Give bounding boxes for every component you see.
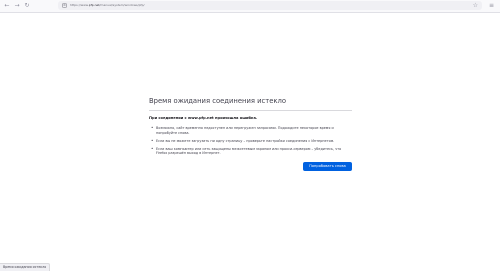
retry-button[interactable]: Попробовать снова: [303, 162, 352, 171]
error-suggestions-list: • Возможно, сайт временно недоступен или…: [149, 125, 352, 156]
address-bar[interactable]: https://www.pfp.net/manual/system/window…: [58, 1, 482, 10]
list-item-text: Возможно, сайт временно недоступен или п…: [156, 126, 334, 135]
page-icon[interactable]: [62, 3, 67, 8]
hamburger-menu-icon[interactable]: ≡: [489, 2, 494, 10]
bullet-icon: •: [151, 125, 154, 130]
url-text[interactable]: https://www.pfp.net/manual/system/window…: [70, 3, 145, 8]
reload-icon[interactable]: ↻: [23, 2, 31, 10]
browser-toolbar: ← → ↻ https://www.pfp.net/manual/system/…: [0, 0, 500, 13]
error-title: Время ожидания соединения истекло: [149, 97, 352, 111]
error-subtitle: При соединении с www.pfp.net произошла о…: [149, 116, 258, 120]
list-item: • Возможно, сайт временно недоступен или…: [149, 125, 352, 135]
star-icon[interactable]: ☆: [473, 2, 478, 9]
url-path: /manual/system/windows/pfp/: [99, 3, 145, 7]
bullet-icon: •: [151, 145, 154, 151]
list-item-text: Если вы не можете загрузить ни одну стра…: [156, 138, 335, 143]
url-domain: pfp.net: [88, 3, 100, 7]
list-item-text: Если ваш компьютер или сеть защищены меж…: [156, 146, 342, 156]
bullet-icon: •: [151, 137, 154, 143]
url-prefix: https://www.: [70, 3, 89, 7]
list-item: • Если вы не можете загрузить ни одну ст…: [149, 137, 352, 144]
forward-arrow-icon[interactable]: →: [13, 2, 21, 10]
list-item: • Если ваш компьютер или сеть защищены м…: [149, 145, 352, 156]
status-bar: Время ожидания истекло: [0, 263, 51, 271]
error-page: Время ожидания соединения истекло При со…: [149, 97, 352, 159]
back-arrow-icon[interactable]: ←: [3, 2, 11, 10]
